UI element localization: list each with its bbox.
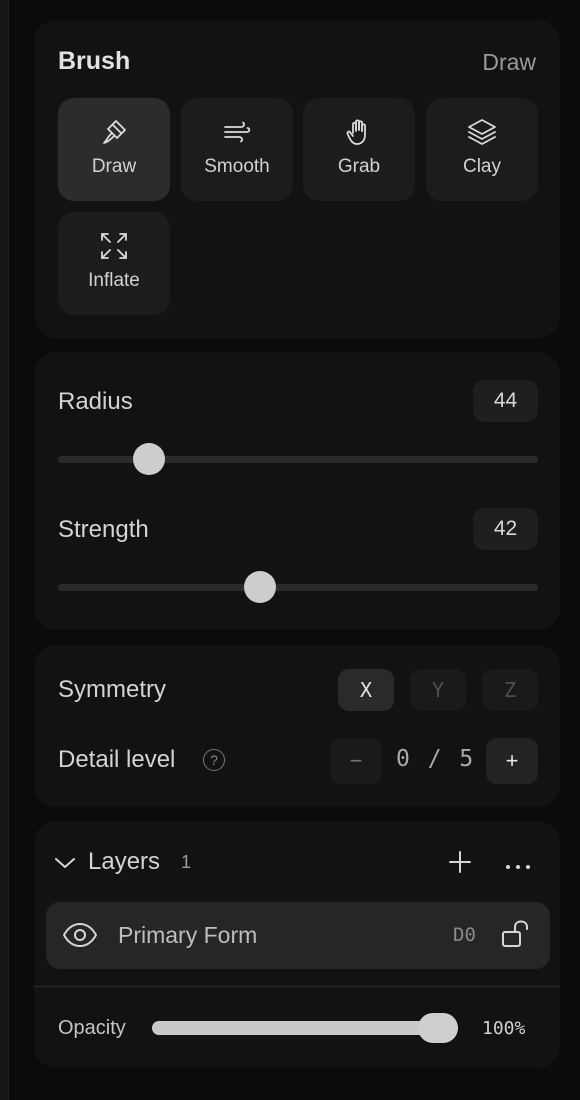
brush-title: Brush bbox=[58, 47, 131, 75]
layer-name: Primary Form bbox=[118, 922, 258, 948]
layers-icon bbox=[465, 115, 499, 149]
tool-inflate-button[interactable]: Inflate bbox=[58, 212, 170, 315]
symmetry-y-toggle[interactable]: Y bbox=[410, 669, 466, 711]
detail-level-label: Detail level bbox=[58, 746, 176, 773]
symmetry-x-toggle[interactable]: X bbox=[338, 669, 394, 711]
opacity-slider-fill bbox=[152, 1021, 458, 1035]
radius-slider-track[interactable] bbox=[58, 443, 538, 475]
wind-icon bbox=[220, 115, 254, 149]
opacity-slider-track[interactable] bbox=[152, 1013, 458, 1043]
tool-draw-button[interactable]: Draw bbox=[58, 98, 170, 201]
tool-clay-button[interactable]: Clay bbox=[426, 98, 538, 201]
tool-label: Grab bbox=[337, 156, 381, 177]
brush-panel: Brush Draw Draw Smooth Grab Clay Inflate bbox=[34, 20, 560, 338]
tool-grab-button[interactable]: Grab bbox=[303, 98, 415, 201]
unlock-icon[interactable] bbox=[500, 919, 530, 954]
layers-count-badge: 1 bbox=[181, 852, 192, 872]
symmetry-panel: Symmetry X Y Z Detail level ? − 0 / 5 + bbox=[34, 645, 560, 807]
layer-row[interactable]: Primary Form D0 bbox=[46, 902, 550, 969]
detail-level-value: 0 / 5 bbox=[396, 746, 476, 772]
tool-label: Clay bbox=[462, 156, 501, 177]
radius-slider-thumb[interactable] bbox=[133, 443, 166, 475]
layers-panel: Layers 1 Primary Form D0 Opacity 100% bbox=[34, 821, 560, 1068]
tool-smooth-button[interactable]: Smooth bbox=[181, 98, 293, 201]
add-layer-icon[interactable] bbox=[448, 850, 472, 879]
expand-icon bbox=[97, 229, 131, 263]
eye-icon[interactable] bbox=[62, 921, 98, 954]
brush-settings-panel: Radius 44 Strength 42 bbox=[34, 352, 560, 630]
brush-current-mode: Draw bbox=[482, 49, 536, 75]
opacity-slider-thumb[interactable] bbox=[418, 1013, 458, 1043]
radius-label: Radius bbox=[58, 388, 133, 415]
help-icon[interactable]: ? bbox=[203, 749, 225, 771]
left-panel-edge bbox=[0, 0, 9, 1100]
strength-label: Strength bbox=[58, 516, 149, 543]
opacity-value: 100% bbox=[482, 1018, 526, 1039]
layer-tag: D0 bbox=[453, 924, 476, 946]
more-options-icon[interactable] bbox=[504, 858, 532, 876]
detail-increment-button[interactable]: + bbox=[486, 738, 538, 784]
hand-icon bbox=[342, 115, 376, 149]
opacity-label: Opacity bbox=[58, 1017, 126, 1039]
symmetry-label: Symmetry bbox=[58, 676, 166, 703]
symmetry-z-toggle[interactable]: Z bbox=[482, 669, 538, 711]
layers-title: Layers bbox=[88, 848, 161, 875]
strength-slider-thumb[interactable] bbox=[243, 571, 276, 603]
layers-divider bbox=[34, 986, 560, 987]
tool-label: Draw bbox=[91, 156, 137, 177]
brush-icon bbox=[97, 115, 131, 149]
strength-slider-track[interactable] bbox=[58, 571, 538, 603]
tool-label: Smooth bbox=[204, 156, 270, 177]
chevron-down-icon[interactable] bbox=[54, 856, 76, 875]
strength-value-field[interactable]: 42 bbox=[473, 508, 538, 550]
detail-decrement-button[interactable]: − bbox=[330, 738, 382, 784]
radius-value-field[interactable]: 44 bbox=[473, 380, 538, 422]
tool-label: Inflate bbox=[88, 270, 140, 291]
